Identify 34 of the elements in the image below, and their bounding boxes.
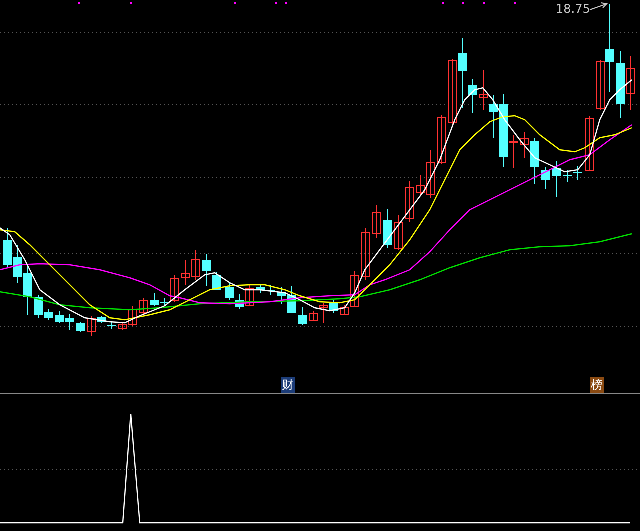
candlestick bbox=[383, 208, 392, 248]
candlestick bbox=[361, 228, 370, 280]
candlestick bbox=[181, 260, 190, 286]
candlestick bbox=[55, 310, 64, 324]
candlestick bbox=[23, 264, 32, 316]
candlestick bbox=[573, 166, 582, 180]
candlestick bbox=[552, 160, 561, 198]
candlestick bbox=[139, 298, 148, 314]
candlestick bbox=[585, 116, 594, 172]
candlestick bbox=[563, 170, 572, 182]
marker-tag: 财 bbox=[281, 377, 295, 393]
candlestick bbox=[626, 56, 635, 110]
candlestick bbox=[437, 114, 446, 164]
candlestick bbox=[394, 214, 403, 250]
candlestick bbox=[191, 250, 200, 280]
candlestick bbox=[616, 50, 625, 118]
candlestick bbox=[245, 284, 254, 306]
candlestick bbox=[405, 180, 414, 222]
candlestick bbox=[372, 204, 381, 238]
candlestick bbox=[266, 284, 275, 296]
candlestick bbox=[479, 70, 488, 110]
candlestick bbox=[256, 284, 265, 294]
candlestick bbox=[65, 314, 74, 330]
candlestick bbox=[225, 282, 234, 300]
candlestick bbox=[13, 244, 22, 284]
price-label: 18.75 bbox=[556, 2, 590, 16]
candlestick bbox=[541, 166, 550, 190]
candlestick bbox=[448, 58, 457, 124]
candlestick bbox=[76, 322, 85, 332]
candlestick bbox=[3, 228, 12, 268]
candlestick bbox=[235, 294, 244, 310]
leader-line bbox=[590, 2, 608, 10]
candlestick bbox=[298, 306, 307, 326]
marker-tag: 榜 bbox=[590, 377, 604, 393]
